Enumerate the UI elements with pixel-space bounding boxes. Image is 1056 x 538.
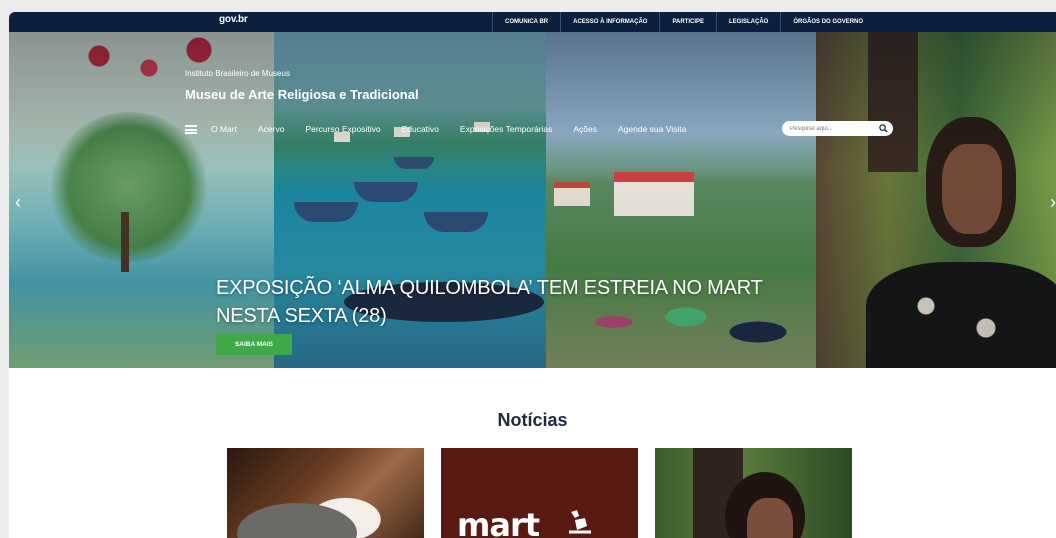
search-icon[interactable] <box>879 124 888 133</box>
menu-item-acoes[interactable]: Ações <box>573 124 597 134</box>
menu-item-exposicoes-temporarias[interactable]: Exposições Temporárias <box>460 124 552 134</box>
museum-title[interactable]: Museu de Arte Religiosa e Tradicional <box>185 87 419 102</box>
gov-links: COMUNICA BR ACESSO À INFORMAÇÃO PARTICIP… <box>492 12 875 32</box>
search-input[interactable] <box>782 125 872 132</box>
menu-item-o-mart[interactable]: O Mart <box>211 124 237 134</box>
news-section-title: Notícias <box>497 410 568 430</box>
carousel-prev-arrow[interactable]: ‹ <box>15 192 21 213</box>
gov-logo[interactable]: gov.br <box>219 14 248 25</box>
hero-headline[interactable]: EXPOSIÇÃO ‘ALMA QUILOMBOLA’ TEM ESTREIA … <box>216 274 816 330</box>
gov-link-participe[interactable]: PARTICIPE <box>659 12 716 32</box>
hamburger-menu-icon[interactable] <box>185 124 197 134</box>
menu-item-educativo[interactable]: Educativo <box>402 124 439 134</box>
main-menu: O Mart Acervo Percurso Expositivo Educat… <box>185 124 707 134</box>
news-card[interactable] <box>655 448 852 538</box>
hero-carousel[interactable]: Instituto Brasileiro de Museus Museu de … <box>9 32 1056 368</box>
news-card[interactable] <box>227 448 424 538</box>
institution-name[interactable]: Instituto Brasileiro de Museus <box>185 69 290 78</box>
menu-item-acervo[interactable]: Acervo <box>258 124 284 134</box>
gov-bar: gov.br COMUNICA BR ACESSO À INFORMAÇÃO P… <box>9 12 1056 32</box>
menu-item-percurso-expositivo[interactable]: Percurso Expositivo <box>305 124 380 134</box>
saiba-mais-button[interactable]: SAIBA MAIS <box>216 334 292 355</box>
menu-item-agende-visita[interactable]: Agende sua Visita <box>618 124 686 134</box>
gov-link-acesso-informacao[interactable]: ACESSO À INFORMAÇÃO <box>560 12 659 32</box>
gov-link-comunica[interactable]: COMUNICA BR <box>492 12 560 32</box>
gov-link-orgaos[interactable]: ÓRGÃOS DO GOVERNO <box>780 12 875 32</box>
search-box <box>782 121 893 136</box>
carousel-next-arrow[interactable]: › <box>1050 192 1056 213</box>
mart-logo: mart <box>457 506 540 538</box>
gov-link-legislacao[interactable]: LEGISLAÇÃO <box>716 12 780 32</box>
mart-logo-icon <box>569 510 591 534</box>
news-card[interactable]: mart <box>441 448 638 538</box>
browser-page: gov.br COMUNICA BR ACESSO À INFORMAÇÃO P… <box>9 12 1056 538</box>
